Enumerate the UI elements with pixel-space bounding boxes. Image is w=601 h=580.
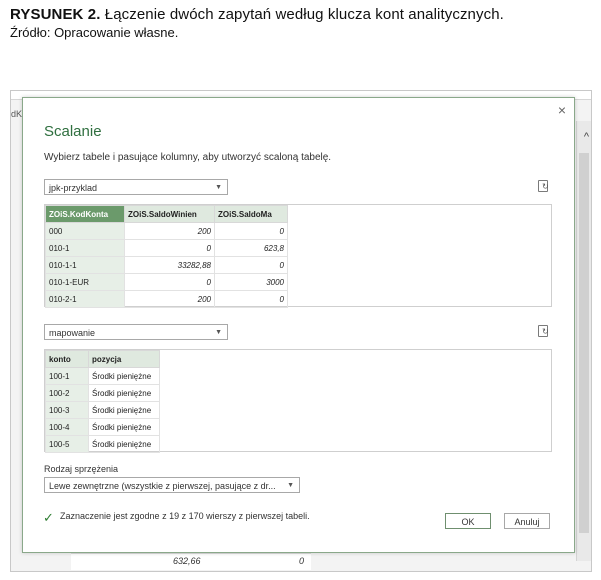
table-row: 010-1-1 33282,88 0 [45,256,288,274]
table-cell: Środki pieniężne [88,435,160,453]
first-table-select-value: jpk-przyklad [49,183,98,193]
table-row: 000 200 0 [45,222,288,240]
table-cell: 0 [124,239,215,257]
table-cell: Środki pieniężne [88,384,160,402]
table-row: 100-2 Środki pieniężne [45,384,160,402]
join-kind-select[interactable]: Lewe zewnętrzne (wszystkie z pierwszej, … [44,477,300,493]
figure-label: RYSUNEK 2. [10,6,101,23]
table-header-row: ZOiS.KodKonta ZOiS.SaldoWinien ZOiS.Sald… [45,205,288,223]
background-left-label: dK [11,109,23,119]
scrollbar-thumb[interactable] [579,153,589,533]
chevron-down-icon: ▼ [287,482,294,489]
table-cell: Środki pieniężne [88,367,160,385]
figure-caption: RYSUNEK 2. Łączenie dwóch zapytań według… [10,6,595,40]
table-row: 100-5 Środki pieniężne [45,435,160,453]
table-cell: 0 [214,290,288,308]
second-table-preview: konto pozycja 100-1 Środki pieniężne 100… [44,349,552,453]
table-row: 010-1-EUR 0 3000 [45,273,288,291]
table-cell: 0 [214,222,288,240]
table-cell: 200 [124,222,215,240]
close-icon[interactable]: × [558,102,566,118]
join-kind-label: Rodzaj sprzężenia [44,464,119,474]
table-cell: 33282,88 [124,256,215,274]
table-cell: 100-2 [45,384,89,402]
table-cell: 0 [214,256,288,274]
table-cell: 200 [124,290,215,308]
table-cell: 010-1 [45,239,125,257]
first-table-select[interactable]: jpk-przyklad ▼ [44,179,228,195]
merge-dialog: × Scalanie Wybierz tabele i pasujące kol… [22,97,575,553]
table-cell: 100-3 [45,401,89,419]
table-row: 100-1 Środki pieniężne [45,367,160,385]
table-cell: 010-1-EUR [45,273,125,291]
dialog-title: Scalanie [44,123,102,140]
join-kind-value: Lewe zewnętrzne (wszystkie z pierwszej, … [49,481,276,491]
column-header[interactable]: konto [45,350,89,368]
table-cell: 100-4 [45,418,89,436]
table-cell: 3000 [214,273,288,291]
table-cell: 100-1 [45,367,89,385]
refresh-preview-icon[interactable] [538,180,549,192]
table-cell: 0 [124,273,215,291]
table-cell: 010-1-1 [45,256,125,274]
column-header[interactable]: ZOiS.KodKonta [45,205,125,223]
column-header[interactable]: ZOiS.SaldoWinien [124,205,215,223]
table-cell: Środki pieniężne [88,401,160,419]
first-table-preview: ZOiS.KodKonta ZOiS.SaldoWinien ZOiS.Sald… [44,204,552,308]
caption-title-line: RYSUNEK 2. Łączenie dwóch zapytań według… [10,6,595,23]
second-table-select[interactable]: mapowanie ▼ [44,324,228,340]
second-table-grid: konto pozycja 100-1 Środki pieniężne 100… [45,350,160,453]
table-header-row: konto pozycja [45,350,160,368]
match-status-text: Zaznaczenie jest zgodne z 19 z 170 wiers… [60,511,310,521]
table-cell: 623,8 [214,239,288,257]
table-cell: 010-2-1 [45,290,125,308]
chevron-down-icon: ▼ [215,329,222,336]
scroll-up-icon[interactable]: ^ [584,131,589,143]
table-row: 100-3 Środki pieniężne [45,401,160,419]
checkmark-icon: ✓ [43,510,54,525]
ok-button[interactable]: OK [445,513,491,529]
column-header[interactable]: pozycja [88,350,160,368]
table-cell: Środki pieniężne [88,418,160,436]
figure-source: Źródło: Opracowanie własne. [10,25,179,40]
table-row: 100-4 Środki pieniężne [45,418,160,436]
table-cell: 100-5 [45,435,89,453]
chevron-down-icon: ▼ [215,184,222,191]
table-row: 010-2-1 200 0 [45,290,288,308]
column-header[interactable]: ZOiS.SaldoMa [214,205,288,223]
table-row: 010-1 0 623,8 [45,239,288,257]
background-bottom-row: 632,66 0 [71,553,311,570]
second-table-select-value: mapowanie [49,328,96,338]
dialog-description: Wybierz tabele i pasujące kolumny, aby u… [44,152,332,163]
refresh-preview-icon[interactable] [538,325,549,337]
first-table-grid: ZOiS.KodKonta ZOiS.SaldoWinien ZOiS.Sald… [45,205,288,308]
table-cell: 000 [45,222,125,240]
background-cell-value: 632,66 [173,556,201,566]
background-cell-value: 0 [299,556,305,566]
cancel-button[interactable]: Anuluj [504,513,550,529]
figure-title: Łączenie dwóch zapytań według klucza kon… [104,6,504,23]
